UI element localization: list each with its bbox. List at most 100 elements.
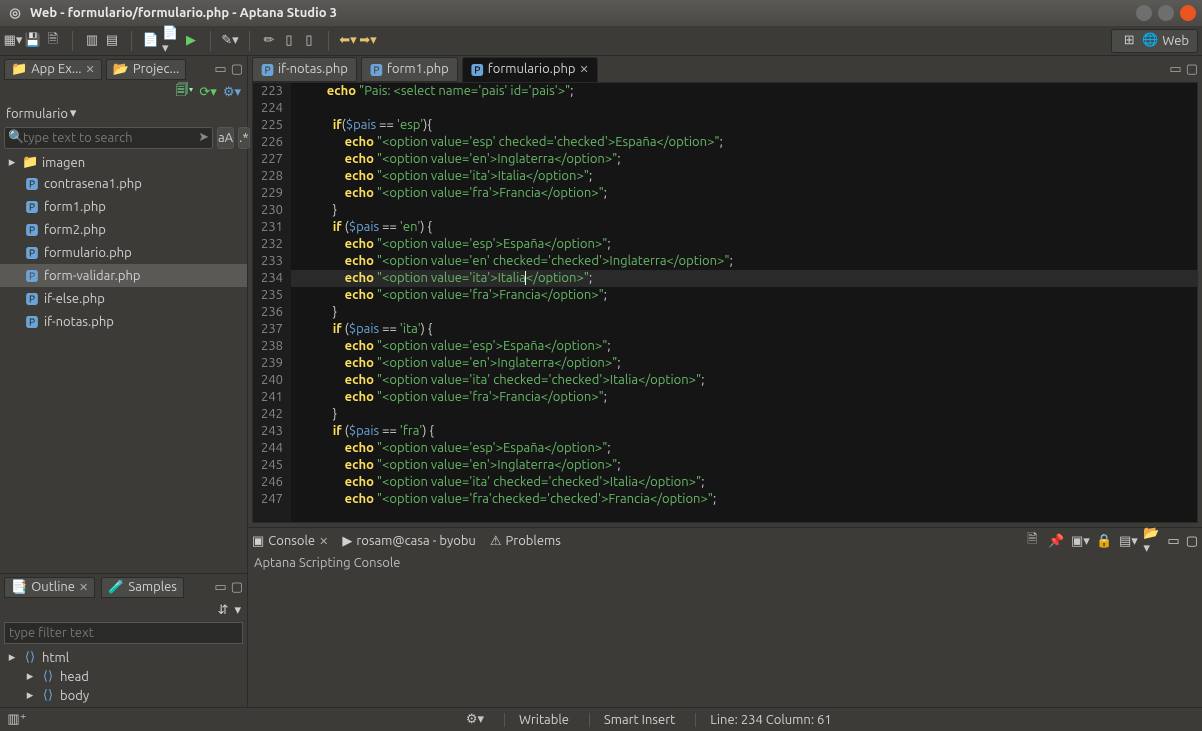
script2-icon[interactable]: 📄▾ bbox=[162, 32, 180, 50]
wand-icon[interactable]: ✎▾ bbox=[221, 32, 239, 50]
gear-icon[interactable]: ⚙▾ bbox=[466, 711, 484, 729]
code-line[interactable]: echo "<option value='esp'>España</option… bbox=[291, 440, 1197, 457]
code-line[interactable]: echo "<option value='en' checked='checke… bbox=[291, 253, 1197, 270]
editor-tab[interactable]: 🅿form1.php bbox=[361, 57, 458, 82]
toggle1-icon[interactable]: ▯ bbox=[280, 32, 298, 50]
minimize-view-icon[interactable]: ▭ bbox=[1169, 62, 1181, 77]
outline-item[interactable]: ▸⟨⟩head bbox=[0, 667, 247, 686]
tree-item[interactable]: ▸📁imagen bbox=[0, 153, 247, 172]
case-toggle[interactable]: aA bbox=[217, 127, 234, 149]
close-button[interactable] bbox=[1180, 5, 1196, 21]
new-console-icon[interactable]: 📂▾ bbox=[1143, 532, 1161, 550]
outline-item[interactable]: ▸⟨⟩body bbox=[0, 686, 247, 705]
console-body[interactable]: Aptana Scripting Console bbox=[248, 554, 1202, 707]
link-icon[interactable]: ⟳▾ bbox=[199, 85, 216, 100]
sort-icon[interactable]: ⇵ bbox=[218, 603, 229, 618]
code-line[interactable]: } bbox=[291, 304, 1197, 321]
code-line[interactable]: echo "<option value='ita' checked='check… bbox=[291, 474, 1197, 491]
editor-tab[interactable]: 🅿if-notas.php bbox=[252, 57, 357, 82]
expander-icon[interactable]: ▸ bbox=[6, 155, 18, 170]
tree-item[interactable]: 🅿formulario.php bbox=[0, 241, 247, 264]
code-line[interactable]: if ($pais == 'en') { bbox=[291, 219, 1197, 236]
display-icon[interactable]: ▣▾ bbox=[1071, 532, 1089, 550]
tree-item[interactable]: 🅿form2.php bbox=[0, 218, 247, 241]
tab-outline[interactable]: 📑 Outline ✕ bbox=[4, 577, 95, 598]
tab-app-explorer[interactable]: 📁 App Ex... ✕ bbox=[4, 59, 102, 80]
highlight-icon[interactable]: ✏ bbox=[260, 32, 278, 50]
close-icon[interactable]: ✕ bbox=[85, 63, 94, 76]
code-line[interactable]: echo "<option value='fra'>Francia</optio… bbox=[291, 185, 1197, 202]
code-line[interactable]: echo "Pais: <select name='pais' id='pais… bbox=[291, 83, 1197, 100]
tab-project-explorer[interactable]: 📂 Projec... bbox=[106, 59, 187, 80]
code-line[interactable]: } bbox=[291, 406, 1197, 423]
outline-filter-input[interactable] bbox=[4, 622, 243, 644]
tree-item[interactable]: 🅿if-else.php bbox=[0, 287, 247, 310]
expander-icon[interactable]: ▸ bbox=[6, 650, 18, 665]
file-tree[interactable]: ▸📁imagen🅿contrasena1.php🅿form1.php🅿form2… bbox=[0, 151, 247, 573]
code-line[interactable]: } bbox=[291, 202, 1197, 219]
close-icon[interactable]: ✕ bbox=[580, 63, 589, 76]
tree-item[interactable]: 🅿form1.php bbox=[0, 195, 247, 218]
go-icon[interactable]: ➤ bbox=[198, 130, 209, 145]
perspective-switcher[interactable]: ⊞ 🌐 Web bbox=[1111, 29, 1198, 53]
code-line[interactable]: echo "<option value='esp' checked='check… bbox=[291, 134, 1197, 151]
minimize-button[interactable] bbox=[1136, 5, 1152, 21]
minimize-view-icon[interactable]: ▭ bbox=[1167, 534, 1179, 549]
new-icon[interactable]: ▦▾ bbox=[4, 32, 22, 50]
code-editor[interactable]: echo "Pais: <select name='pais' id='pais… bbox=[291, 83, 1197, 522]
tab-problems[interactable]: ⚠ Problems bbox=[490, 534, 561, 549]
open-perspective-icon[interactable]: ⊞ bbox=[1120, 32, 1138, 50]
code-line[interactable]: echo "<option value='en'>Inglaterra</opt… bbox=[291, 457, 1197, 474]
close-icon[interactable]: ✕ bbox=[319, 535, 328, 548]
code-line[interactable]: if ($pais == 'ita') { bbox=[291, 321, 1197, 338]
collapse-icon[interactable]: 🗐▾ bbox=[176, 81, 194, 103]
save-all-icon[interactable]: 🗎 bbox=[44, 32, 62, 50]
code-line[interactable]: echo "<option value='ita'>Italia</option… bbox=[291, 168, 1197, 185]
maximize-view-icon[interactable]: ▢ bbox=[1186, 62, 1198, 77]
code-line[interactable]: echo "<option value='en'>Inglaterra</opt… bbox=[291, 151, 1197, 168]
search-input[interactable] bbox=[4, 127, 213, 149]
views-icon[interactable]: ▤ bbox=[103, 32, 121, 50]
code-line[interactable]: echo "<option value='esp'>España</option… bbox=[291, 236, 1197, 253]
script-icon[interactable]: 📄 bbox=[142, 32, 160, 50]
editor-tab[interactable]: 🅿formulario.php✕ bbox=[462, 57, 598, 82]
code-line[interactable]: if($pais == 'esp'){ bbox=[291, 117, 1197, 134]
save-icon[interactable]: 💾 bbox=[24, 32, 42, 50]
code-line[interactable]: echo "<option value='ita' checked='check… bbox=[291, 372, 1197, 389]
open-console-icon[interactable]: ▤▾ bbox=[1119, 532, 1137, 550]
add-view-icon[interactable]: ▥⁺ bbox=[8, 711, 26, 729]
code-line[interactable]: if ($pais == 'fra') { bbox=[291, 423, 1197, 440]
toggle2-icon[interactable]: ▯ bbox=[300, 32, 318, 50]
nav-forward-icon[interactable]: ➡▾ bbox=[359, 32, 377, 50]
pin-icon[interactable]: 📌 bbox=[1047, 532, 1065, 550]
maximize-view-icon[interactable]: ▢ bbox=[231, 580, 243, 595]
tab-console[interactable]: ▣ Console ✕ bbox=[252, 534, 328, 549]
filter-icon[interactable]: ▾ bbox=[234, 603, 241, 618]
code-line[interactable]: echo "<option value='fra'>Francia</optio… bbox=[291, 389, 1197, 406]
code-line[interactable]: echo "<option value='esp'>España</option… bbox=[291, 338, 1197, 355]
code-line[interactable]: echo "<option value='en'>Inglaterra</opt… bbox=[291, 355, 1197, 372]
close-icon[interactable]: ✕ bbox=[79, 581, 88, 594]
run-icon[interactable]: ▶ bbox=[182, 32, 200, 50]
maximize-view-icon[interactable]: ▢ bbox=[231, 62, 243, 77]
code-line[interactable]: echo "<option value='fra'>Francia</optio… bbox=[291, 287, 1197, 304]
nav-back-icon[interactable]: ⬅▾ bbox=[339, 32, 357, 50]
maximize-view-icon[interactable]: ▢ bbox=[1186, 534, 1198, 549]
minimize-view-icon[interactable]: ▭ bbox=[214, 580, 226, 595]
code-line[interactable] bbox=[291, 100, 1197, 117]
code-line[interactable]: echo "<option value='fra'checked='checke… bbox=[291, 491, 1197, 508]
tree-item[interactable]: 🅿form-validar.php bbox=[0, 264, 247, 287]
expander-icon[interactable]: ▸ bbox=[24, 688, 36, 703]
gear-icon[interactable]: ⚙▾ bbox=[223, 85, 241, 100]
lock-icon[interactable]: 🔒 bbox=[1095, 532, 1113, 550]
tab-samples[interactable]: 🧪 Samples bbox=[101, 577, 184, 598]
code-line[interactable]: echo "<option value='ita'>Italia</option… bbox=[291, 270, 1197, 287]
expander-icon[interactable]: ▸ bbox=[24, 669, 36, 684]
minimize-view-icon[interactable]: ▭ bbox=[214, 62, 226, 77]
outline-item[interactable]: ▸⟨⟩html bbox=[0, 648, 247, 667]
outline-tree[interactable]: ▸⟨⟩html▸⟨⟩head▸⟨⟩body bbox=[0, 646, 247, 707]
maximize-button[interactable] bbox=[1158, 5, 1174, 21]
clear-icon[interactable]: 🗎 bbox=[1023, 532, 1041, 550]
layout-icon[interactable]: ▥ bbox=[83, 32, 101, 50]
tab-terminal[interactable]: ▶ rosam@casa - byobu bbox=[342, 534, 476, 549]
